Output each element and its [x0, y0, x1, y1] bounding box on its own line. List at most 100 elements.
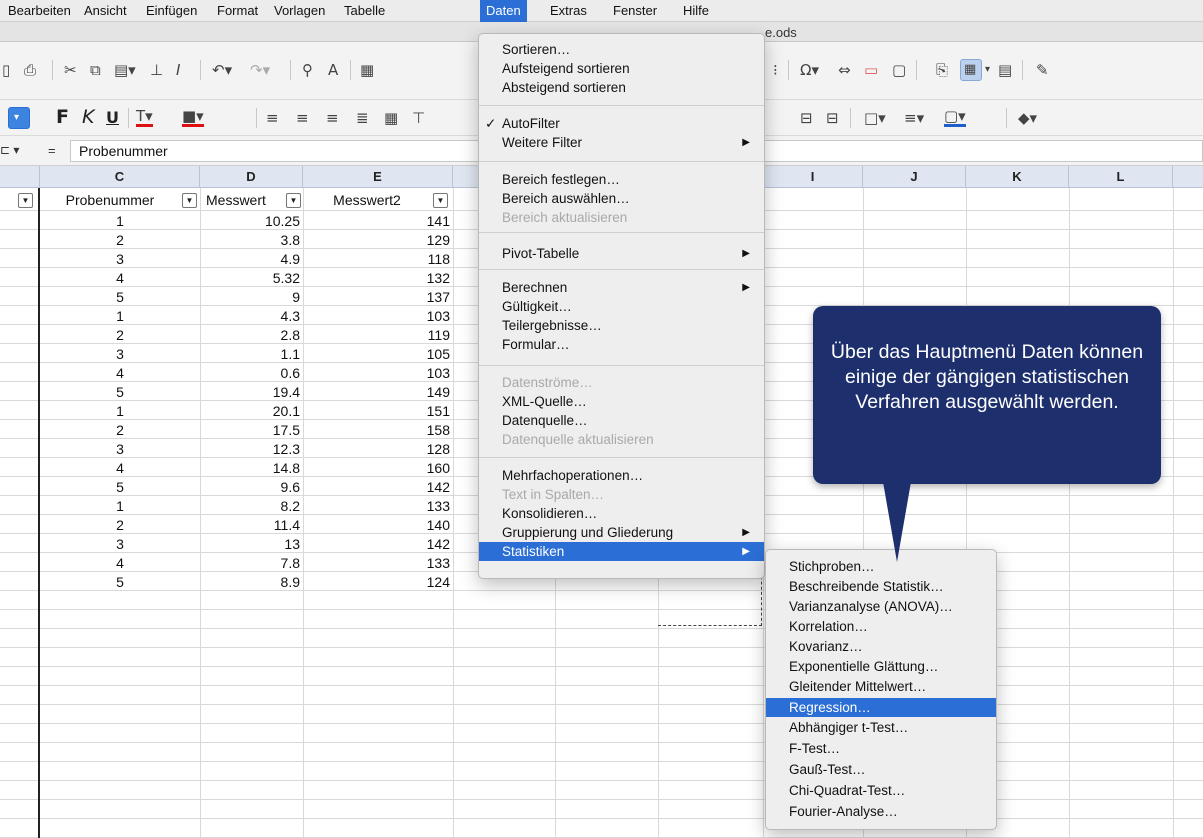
- cell-messwert2[interactable]: 151: [303, 402, 453, 420]
- menu-item-beschreibende-statistik[interactable]: Beschreibende Statistik…: [766, 577, 996, 596]
- cell-messwert[interactable]: 13: [200, 535, 303, 553]
- cell-messwert2[interactable]: 105: [303, 345, 453, 363]
- cell-probenummer[interactable]: 4: [40, 554, 200, 572]
- cell-messwert2[interactable]: 142: [303, 478, 453, 496]
- autofilter-button-messwert[interactable]: ▼: [286, 193, 301, 208]
- menu-item-xml-quelle[interactable]: XML-Quelle…: [479, 392, 764, 411]
- menu-item-chi-quadrat-test[interactable]: Chi-Quadrat-Test…: [766, 781, 996, 800]
- menu-item-weitere-filter[interactable]: Weitere Filter ▶: [479, 133, 764, 152]
- comment-icon[interactable]: ▭: [864, 60, 878, 80]
- header-cell-messwert2[interactable]: Messwert2: [303, 191, 431, 209]
- cell-probenummer[interactable]: 5: [40, 478, 200, 496]
- cell-messwert[interactable]: 8.9: [200, 573, 303, 591]
- cell-probenummer[interactable]: 3: [40, 345, 200, 363]
- cell-messwert[interactable]: 20.1: [200, 402, 303, 420]
- clear-formatting-icon[interactable]: I: [176, 60, 180, 80]
- column-header-d[interactable]: D: [200, 166, 303, 188]
- cell-messwert2[interactable]: 133: [303, 497, 453, 515]
- cell-probenummer[interactable]: 3: [40, 535, 200, 553]
- autofilter-button-messwert2[interactable]: ▼: [433, 193, 448, 208]
- cell-probenummer[interactable]: 1: [40, 307, 200, 325]
- cell-messwert2[interactable]: 137: [303, 288, 453, 306]
- borders-icon[interactable]: □▾: [864, 108, 886, 128]
- align-right-icon[interactable]: ≡: [326, 108, 339, 128]
- underline-icon[interactable]: U: [106, 108, 119, 128]
- cell-probenummer[interactable]: 1: [40, 402, 200, 420]
- cell-messwert2[interactable]: 149: [303, 383, 453, 401]
- bold-icon[interactable]: F: [56, 107, 69, 127]
- cell-messwert[interactable]: 17.5: [200, 421, 303, 439]
- cell-messwert2[interactable]: 141: [303, 212, 453, 230]
- cell-messwert2[interactable]: 128: [303, 440, 453, 458]
- cell-messwert[interactable]: 1.1: [200, 345, 303, 363]
- menu-item-konsolidieren[interactable]: Konsolidieren…: [479, 504, 764, 523]
- cell-probenummer[interactable]: 5: [40, 383, 200, 401]
- cell-messwert[interactable]: 2.8: [200, 326, 303, 344]
- menu-item-bereich-festlegen[interactable]: Bereich festlegen…: [479, 170, 764, 189]
- cell-messwert2[interactable]: 133: [303, 554, 453, 572]
- cell-messwert[interactable]: 12.3: [200, 440, 303, 458]
- menu-item-gauss-test[interactable]: Gauß-Test…: [766, 760, 996, 779]
- wrap-text-icon[interactable]: ≣: [356, 108, 369, 128]
- cell-messwert[interactable]: 5.32: [200, 269, 303, 287]
- cell-messwert[interactable]: 0.6: [200, 364, 303, 382]
- menu-item-pivot-tabelle[interactable]: Pivot-Tabelle ▶: [479, 244, 764, 263]
- cell-messwert[interactable]: 4.3: [200, 307, 303, 325]
- split-window-icon[interactable]: ▤: [998, 60, 1012, 80]
- menu-item-absteigend-sortieren[interactable]: Absteigend sortieren: [479, 78, 764, 97]
- menu-item-korrelation[interactable]: Korrelation…: [766, 617, 996, 636]
- autofilter-button-probenummer[interactable]: ▼: [182, 193, 197, 208]
- define-print-area-icon[interactable]: ⎘: [936, 60, 948, 80]
- menu-item-datenquelle[interactable]: Datenquelle…: [479, 411, 764, 430]
- cell-probenummer[interactable]: 2: [40, 421, 200, 439]
- conditional-format-icon[interactable]: ◆▾: [1018, 108, 1037, 128]
- column-header-e[interactable]: E: [303, 166, 453, 188]
- align-center-icon[interactable]: ≡: [296, 108, 309, 128]
- column-header-i[interactable]: I: [763, 166, 863, 188]
- menu-tabelle[interactable]: Tabelle: [338, 0, 391, 22]
- menu-item-berechnen[interactable]: Berechnen ▶: [479, 278, 764, 297]
- cell-messwert[interactable]: 3.8: [200, 231, 303, 249]
- header-cell-messwert[interactable]: Messwert: [204, 191, 284, 209]
- menu-item-gleitender-mittelwert[interactable]: Gleitender Mittelwert…: [766, 677, 996, 696]
- undo-icon[interactable]: ↶▾: [212, 60, 232, 80]
- menu-daten[interactable]: Daten: [480, 0, 527, 22]
- merge-cells-icon[interactable]: ▦: [384, 108, 398, 128]
- align-left-icon[interactable]: ≡: [266, 108, 279, 128]
- column-header-j[interactable]: J: [863, 166, 966, 188]
- increase-indent-icon[interactable]: ⊟: [826, 108, 839, 128]
- column-header-k[interactable]: K: [966, 166, 1069, 188]
- name-box[interactable]: ⊏ ▾: [0, 143, 19, 157]
- align-top-icon[interactable]: ⊤: [412, 108, 425, 128]
- copy-icon[interactable]: ⧉: [90, 60, 101, 80]
- formula-equals-icon[interactable]: =: [48, 143, 56, 158]
- menu-item-regression[interactable]: Regression…: [766, 698, 996, 717]
- redo-icon[interactable]: ↷▾: [250, 60, 270, 80]
- cell-messwert[interactable]: 11.4: [200, 516, 303, 534]
- menu-hilfe[interactable]: Hilfe: [677, 0, 715, 22]
- cell-messwert2[interactable]: 132: [303, 269, 453, 287]
- menu-item-abhaengiger-t-test[interactable]: Abhängiger t-Test…: [766, 718, 996, 737]
- cell-probenummer[interactable]: 5: [40, 573, 200, 591]
- menu-item-f-test[interactable]: F-Test…: [766, 739, 996, 758]
- cell-probenummer[interactable]: 3: [40, 250, 200, 268]
- cell-messwert[interactable]: 4.9: [200, 250, 303, 268]
- menu-item-autofilter[interactable]: ✓ AutoFilter: [479, 114, 764, 133]
- cell-probenummer[interactable]: 4: [40, 269, 200, 287]
- menu-einfuegen[interactable]: Einfügen: [140, 0, 203, 22]
- menu-item-sortieren[interactable]: Sortieren…: [479, 40, 764, 59]
- cell-messwert[interactable]: 10.25: [200, 212, 303, 230]
- headers-footers-icon[interactable]: ▢: [892, 60, 906, 80]
- border-style-icon[interactable]: ≡▾: [904, 108, 924, 128]
- special-character-icon[interactable]: Ω▾: [800, 60, 819, 80]
- menu-item-exponentielle-glaettung[interactable]: Exponentielle Glättung…: [766, 657, 996, 676]
- menu-item-aufsteigend-sortieren[interactable]: Aufsteigend sortieren: [479, 59, 764, 78]
- cell-probenummer[interactable]: 3: [40, 440, 200, 458]
- menu-item-statistiken[interactable]: Statistiken ▶: [479, 542, 764, 561]
- cell-messwert[interactable]: 8.2: [200, 497, 303, 515]
- cell-messwert2[interactable]: 103: [303, 307, 453, 325]
- cell-probenummer[interactable]: 1: [40, 212, 200, 230]
- menu-bearbeiten[interactable]: Bearbeiten: [2, 0, 77, 22]
- cell-probenummer[interactable]: 5: [40, 288, 200, 306]
- font-color-icon[interactable]: T▾: [136, 108, 153, 127]
